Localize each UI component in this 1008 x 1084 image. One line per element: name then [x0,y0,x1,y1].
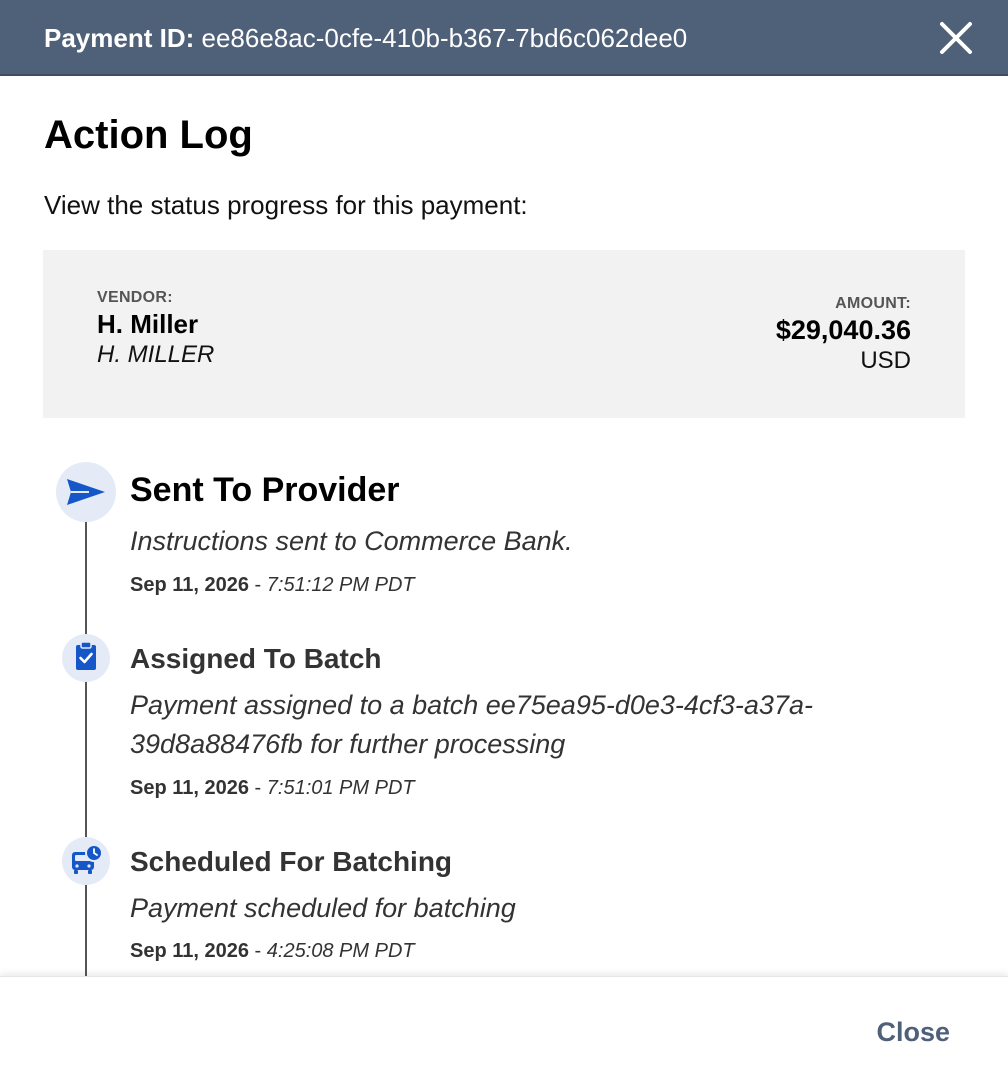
event-time: 4:25:08 PM PDT [266,940,415,962]
close-button[interactable]: Close [876,1015,950,1049]
event-description: Payment assigned to a batch ee75ea95-d0e… [130,690,813,759]
amount-currency: USD [860,347,911,374]
page-title: Action Log [44,113,253,157]
amount-value: $29,040.36 [775,315,911,345]
payment-summary-card: VENDOR: H. Miller H. MILLER AMOUNT: $29,… [43,250,965,418]
event-timestamp: Sep 11, 2026 - 7:51:01 PM PDT [130,775,415,801]
event-title: Sent To Provider [130,471,400,509]
event-time: 7:51:12 PM PDT [266,574,415,596]
event-separator: - [248,574,267,596]
amount-block: AMOUNT: $29,040.36 USD [776,294,911,376]
modal-footer: Close [0,976,1008,1084]
event-timestamp: Sep 11, 2026 - 4:25:08 PM PDT [130,938,415,964]
event-date: Sep 11, 2026 [130,940,249,962]
event-description: Instructions sent to Commerce Bank. [130,526,573,556]
intro-text: View the status progress for this paymen… [44,190,528,220]
event-date: Sep 11, 2026 [130,574,249,596]
event-timestamp: Sep 11, 2026 - 7:51:12 PM PDT [130,572,415,598]
clipboard-check-icon [62,634,110,682]
event-separator: - [248,940,267,962]
payment-id-label: Payment ID: [44,23,195,53]
payment-id-value: ee86e8ac-0cfe-410b-b367-7bd6c062dee0 [201,23,688,53]
modal-header: Payment ID: ee86e8ac-0cfe-410b-b367-7bd6… [0,0,1008,76]
vendor-alias: H. MILLER [97,341,215,368]
timeline-line [85,490,87,978]
event-title: Scheduled For Batching [130,846,453,877]
paper-plane-icon [56,462,116,522]
event-time: 7:51:01 PM PDT [266,777,415,799]
event-separator: - [248,777,267,799]
event-description: Payment scheduled for batching [130,893,516,923]
close-icon[interactable] [938,20,974,56]
amount-label: AMOUNT: [835,295,911,312]
payment-id-title: Payment ID: ee86e8ac-0cfe-410b-b367-7bd6… [44,22,687,54]
bus-clock-icon [62,837,110,885]
vendor-block: VENDOR: H. Miller H. MILLER [97,288,214,370]
vendor-name: H. Miller [97,309,199,339]
event-title: Assigned To Batch [130,643,382,674]
action-log-modal: Payment ID: ee86e8ac-0cfe-410b-b367-7bd6… [0,0,1008,1084]
event-date: Sep 11, 2026 [130,777,249,799]
vendor-label: VENDOR: [97,289,173,306]
